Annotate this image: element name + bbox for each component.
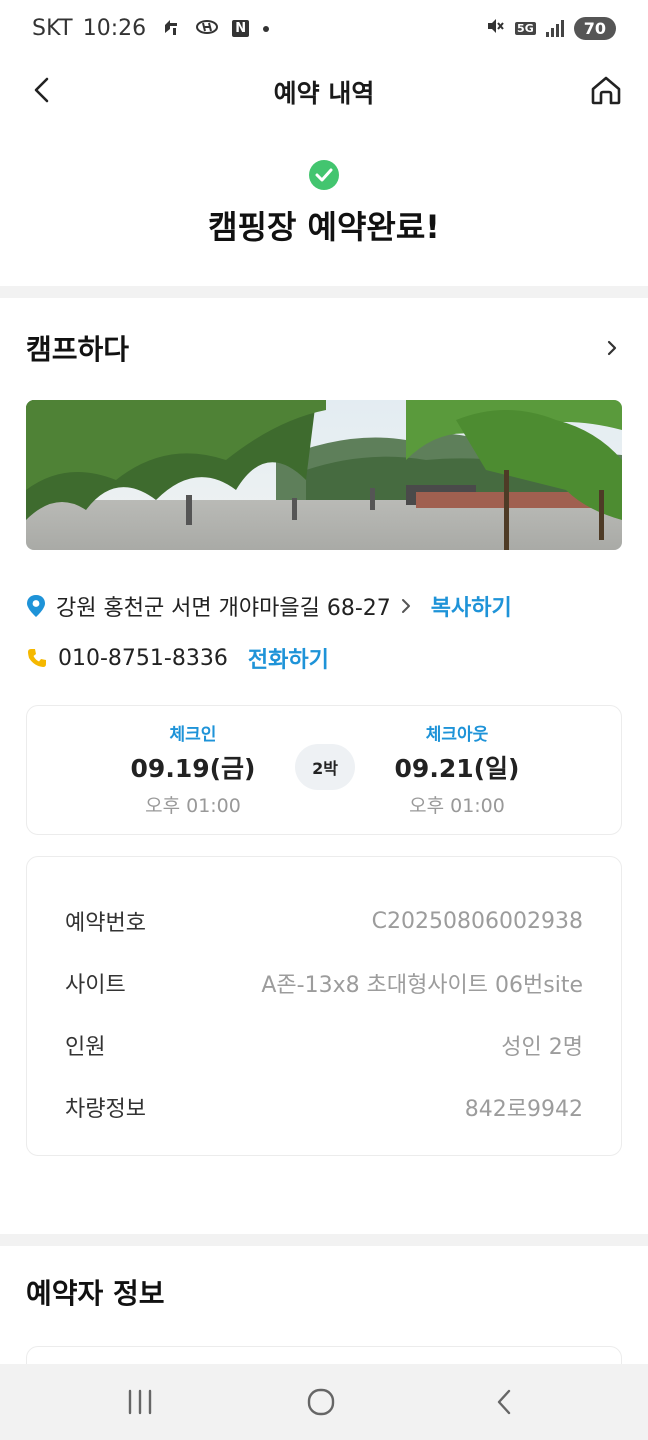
chevron-right-icon — [401, 598, 411, 614]
signal-icon — [545, 19, 564, 37]
checkout-time: 오후 01:00 — [409, 795, 505, 817]
section-divider — [0, 286, 648, 298]
recent-apps-icon — [128, 1389, 152, 1415]
hyundai-icon — [196, 19, 219, 39]
phone-number: 010-8751-8336 — [58, 645, 228, 671]
mute-icon — [485, 16, 505, 40]
battery-indicator: 70 — [573, 16, 616, 40]
checkout-label: 체크아웃 — [425, 725, 489, 745]
phone-icon — [26, 647, 48, 669]
home-circle-icon — [307, 1388, 335, 1416]
app-header: 예약 내역 — [0, 58, 648, 122]
checkout-date: 09.21(일) — [394, 754, 520, 783]
chevron-left-icon — [497, 1389, 511, 1415]
camp-detail-link[interactable]: 캠프하다 — [26, 322, 622, 374]
detail-key: 예약번호 — [65, 911, 146, 936]
detail-row-vehicle: 차량정보 842로9942 — [65, 1087, 583, 1127]
completion-banner: 캠핑장 예약완료! — [0, 160, 648, 248]
schedule-card: 체크인 09.19(금) 오후 01:00 2박 체크아웃 09.21(일) 오… — [26, 705, 622, 835]
detail-key: 인원 — [65, 1035, 106, 1060]
naver-icon: N — [232, 20, 250, 37]
status-bar: SKT 10:26 N 5G 70 — [0, 0, 648, 58]
detail-value: C20250806002938 — [371, 908, 583, 934]
copy-address-button[interactable]: 복사하기 — [431, 590, 512, 622]
checkin-label: 체크인 — [169, 725, 217, 745]
home-nav-button[interactable] — [299, 1382, 343, 1422]
detail-row-site: 사이트 A존-13x8 초대형사이트 06번site — [65, 963, 583, 1003]
home-button[interactable] — [586, 70, 626, 110]
detail-key: 차량정보 — [65, 1097, 146, 1122]
notification-dot-icon — [263, 25, 270, 32]
reservation-detail-card: 예약번호 C20250806002938 사이트 A존-13x8 초대형사이트 … — [26, 856, 622, 1156]
detail-row-guests: 인원 성인 2명 — [65, 1025, 583, 1065]
address-text[interactable]: 강원 홍천군 서면 개야마을길 68-27 — [56, 590, 391, 622]
chevron-right-icon — [602, 338, 622, 358]
camp-photo[interactable] — [26, 400, 622, 550]
detail-value: 성인 2명 — [501, 1035, 583, 1060]
reserver-section-title: 예약자 정보 — [26, 1277, 165, 1310]
carrier-label: SKT — [32, 16, 73, 41]
transfer-icon — [162, 17, 182, 41]
check-circle-icon — [309, 160, 339, 190]
detail-value: A존-13x8 초대형사이트 06번site — [261, 973, 583, 998]
section-divider — [0, 1234, 648, 1246]
camp-name: 캠프하다 — [26, 333, 130, 366]
phone-row: 010-8751-8336 전화하기 — [26, 642, 329, 674]
back-nav-button[interactable] — [482, 1382, 526, 1422]
call-button[interactable]: 전화하기 — [248, 642, 329, 674]
home-icon — [591, 76, 621, 105]
network-type-badge: 5G — [515, 21, 536, 35]
checkin-block: 체크인 09.19(금) 오후 01:00 — [93, 720, 293, 818]
system-nav-bar — [0, 1364, 648, 1440]
checkout-block: 체크아웃 09.21(일) 오후 01:00 — [357, 720, 557, 818]
nights-badge: 2박 — [295, 744, 355, 790]
detail-row-reservation-number: 예약번호 C20250806002938 — [65, 901, 583, 941]
address-row: 강원 홍천군 서면 개야마을길 68-27 복사하기 — [26, 590, 512, 622]
completion-message: 캠핑장 예약완료! — [208, 208, 440, 246]
checkin-date: 09.19(금) — [130, 754, 256, 783]
detail-key: 사이트 — [65, 973, 126, 998]
recent-apps-button[interactable] — [118, 1382, 162, 1422]
detail-value: 842로9942 — [464, 1097, 583, 1122]
page-title: 예약 내역 — [273, 79, 375, 108]
checkin-time: 오후 01:00 — [145, 795, 241, 817]
clock: 10:26 — [82, 16, 147, 41]
location-pin-icon — [26, 594, 46, 618]
